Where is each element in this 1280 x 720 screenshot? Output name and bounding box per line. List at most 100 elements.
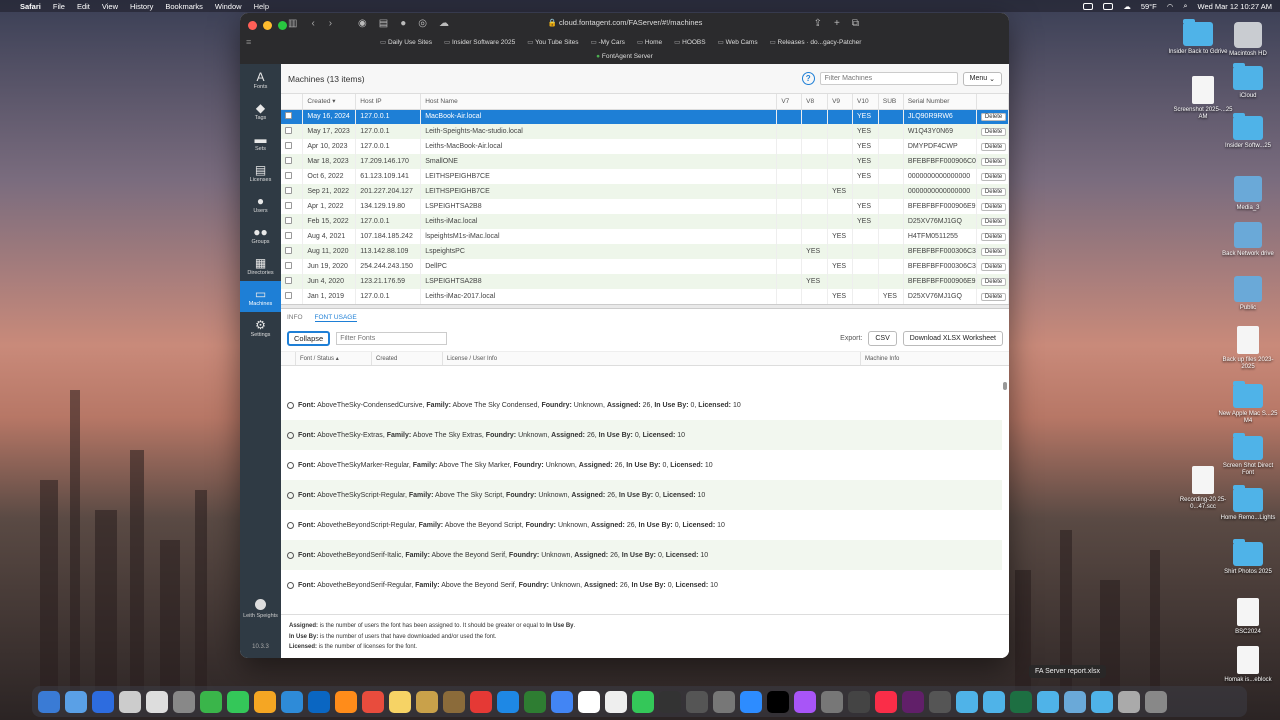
desktop-icon[interactable]: Public (1218, 276, 1278, 312)
share-icon[interactable]: ⇪ (814, 18, 822, 29)
collapse-button[interactable]: Collapse (287, 331, 331, 346)
dock-app-icon[interactable] (416, 690, 438, 713)
desktop-icon[interactable]: Insider Softw...25 (1218, 113, 1278, 150)
dock-app-icon[interactable] (362, 690, 384, 713)
column-v9[interactable]: V9 (827, 94, 853, 110)
table-row[interactable]: Jan 1, 2019 127.0.0.1 Leiths-iMac-2017.loc… (281, 289, 1009, 304)
menubar-app-name[interactable]: Safari (20, 2, 41, 11)
sidebar-item-tags[interactable]: ◆ Tags (240, 95, 281, 126)
help-icon[interactable]: ? (801, 72, 815, 85)
row-checkbox[interactable] (285, 277, 292, 284)
delete-button[interactable]: Delete (980, 173, 1007, 181)
tab-overview-icon[interactable]: ⧉ (852, 18, 859, 29)
table-row[interactable]: Aug 11, 2020 113.142.88.109 LspeightsPC YES… (281, 244, 1009, 259)
table-row[interactable]: Apr 1, 2022 134.129.19.80 LSPEIGHTSA2B8 YES… (281, 199, 1009, 214)
table-row[interactable]: Apr 10, 2023 127.0.0.1 Leiths-MacBook-Air.… (281, 139, 1009, 154)
desktop-icon[interactable]: Screenshot 2025-...25 AM (1173, 76, 1233, 121)
table-row[interactable]: Sep 21, 2022 201.227.204.127 LEITHSPEIGHB7… (281, 184, 1009, 199)
row-checkbox[interactable] (285, 202, 292, 209)
delete-button[interactable]: Delete (980, 233, 1007, 241)
desktop-icon[interactable]: BSC2024 (1218, 598, 1278, 636)
desktop-icon[interactable]: Insider Back to Gdrive (1168, 19, 1228, 56)
sidebar-item-directories[interactable]: ▦ Directories (240, 250, 281, 281)
delete-button[interactable]: Delete (980, 218, 1007, 226)
sidebar-item-fonts[interactable]: A Fonts (240, 64, 281, 95)
dock-app-icon[interactable] (821, 690, 843, 713)
dock-app-icon[interactable] (956, 690, 978, 713)
dock-app-icon[interactable] (578, 690, 600, 713)
row-checkbox[interactable] (285, 232, 292, 239)
favorite-item[interactable]: Insider Software 2025 (444, 38, 515, 46)
desktop-icon[interactable]: New Apple Mac S...25 M4 (1218, 381, 1278, 425)
dock-app-icon[interactable] (848, 690, 870, 713)
dock-app-icon[interactable] (659, 690, 681, 713)
table-row[interactable]: May 17, 2023 127.0.0.1 Leith-Speights-Mac-… (281, 124, 1009, 139)
wifi-icon[interactable]: ◠ (1167, 2, 1174, 11)
new-tab-icon[interactable]: + (834, 18, 840, 29)
row-checkbox[interactable] (285, 247, 292, 254)
download-xlsx-button[interactable]: Download XLSX Worksheet (902, 331, 1003, 346)
csv-export-button[interactable]: CSV (868, 331, 897, 346)
menubar-item-edit[interactable]: Edit (77, 2, 90, 11)
row-checkbox[interactable] (285, 187, 292, 194)
menubar-item-file[interactable]: File (53, 2, 65, 11)
search-icon[interactable]: ⌕ (1183, 1, 1187, 11)
minimize-window-button[interactable] (263, 21, 272, 30)
menubar-item-help[interactable]: Help (254, 2, 269, 11)
favorite-item[interactable]: Daily Use Sites (380, 38, 432, 46)
desktop-icon[interactable]: Shirt Photos 2025 (1218, 539, 1278, 576)
extension-icon[interactable]: ● (400, 18, 406, 29)
dock-app-icon[interactable] (65, 690, 87, 713)
delete-button[interactable]: Delete (980, 188, 1007, 196)
delete-button[interactable]: Delete (980, 128, 1007, 136)
favorite-item[interactable]: HOOBS (674, 38, 705, 46)
menubar-item-window[interactable]: Window (215, 2, 242, 11)
dock-app-icon[interactable] (38, 690, 60, 713)
table-row[interactable]: May 16, 2024 127.0.0.1 MacBook-Air.local YE… (281, 109, 1009, 124)
list-item[interactable]: Font: AbovetheBeyondSerif-Regular, Famil… (281, 570, 1002, 600)
dock-app-icon[interactable] (605, 690, 627, 713)
list-item[interactable]: Font: AboveTheSky-Extras, Family: Above … (281, 420, 1002, 450)
favorite-item[interactable]: You Tube Sites (527, 38, 579, 46)
dock-app-icon[interactable] (173, 690, 195, 713)
dock-app-icon[interactable] (1145, 690, 1167, 713)
dock-app-icon[interactable] (497, 690, 519, 713)
menubar-item-view[interactable]: View (102, 2, 118, 11)
favorite-item[interactable]: Releases · do...gacy-Patcher (770, 38, 862, 46)
dock-app-icon[interactable] (389, 690, 411, 713)
desktop-icon[interactable]: Home Remo...Lights (1218, 485, 1278, 522)
list-item[interactable]: Font: AbovetheBeyondSerif-Italic, Family… (281, 540, 1002, 570)
dock-app-icon[interactable] (767, 690, 789, 713)
sidebar-toggle-icon[interactable]: ▥ (288, 18, 297, 29)
dock-app-icon[interactable] (200, 690, 222, 713)
column-license-user-info[interactable]: License / User Info (443, 352, 861, 365)
menubar-item-history[interactable]: History (130, 2, 153, 11)
table-row[interactable]: Feb 15, 2022 127.0.0.1 Leiths-iMac.local YE… (281, 214, 1009, 229)
dock-app-icon[interactable] (1118, 690, 1140, 713)
sidebar-item-licenses[interactable]: ▤ Licenses (240, 157, 281, 188)
dock-app-icon[interactable] (119, 690, 141, 713)
delete-button[interactable]: Delete (980, 248, 1007, 256)
list-item[interactable]: Font: AboveTheSky-CondensedCursive, Fami… (281, 390, 1002, 420)
row-checkbox[interactable] (285, 292, 292, 299)
menubar-item-bookmarks[interactable]: Bookmarks (165, 2, 203, 11)
extension-icon[interactable]: ◎ (418, 18, 427, 29)
dock-app-icon[interactable] (713, 690, 735, 713)
extension-icon[interactable]: ◉ (358, 18, 367, 29)
tab-info[interactable]: INFO (287, 314, 303, 321)
dock-app-icon[interactable] (1064, 690, 1086, 713)
column-created[interactable]: Created ▾ (302, 94, 357, 110)
weather-temp[interactable]: 59°F (1141, 2, 1157, 11)
sidebar-item-users[interactable]: ● Users (240, 188, 281, 219)
tab-font-usage[interactable]: FONT USAGE (314, 314, 357, 322)
extension-icon[interactable]: ▤ (379, 18, 388, 29)
dock-app-icon[interactable] (983, 690, 1005, 713)
table-row[interactable]: Aug 4, 2021 107.184.185.242 lspeightsM1s-i… (281, 229, 1009, 244)
scrollbar[interactable] (1003, 382, 1007, 390)
forward-icon[interactable]: › (329, 18, 332, 29)
weather-icon[interactable]: ☁ (1123, 2, 1131, 11)
dock-app-icon[interactable] (686, 690, 708, 713)
dock-app-icon[interactable] (281, 690, 303, 713)
delete-button[interactable]: Delete (980, 203, 1007, 211)
list-item[interactable]: Font: AboveTheSkyMarker-Regular, Family:… (281, 450, 1002, 480)
